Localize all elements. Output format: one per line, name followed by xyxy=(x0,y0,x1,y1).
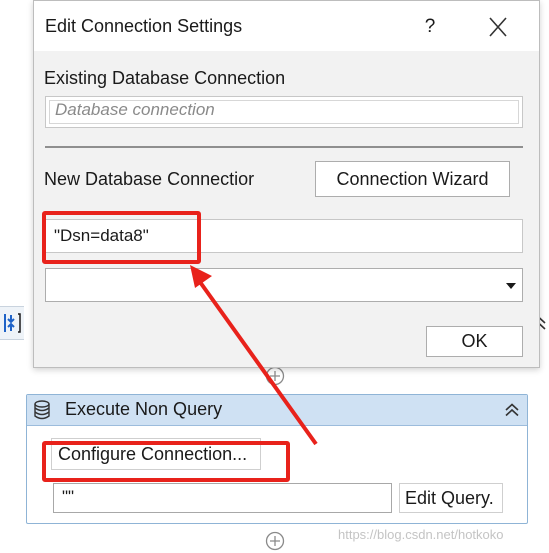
database-icon xyxy=(34,400,50,420)
close-icon[interactable] xyxy=(484,15,512,39)
chevron-up-double-icon[interactable] xyxy=(503,401,521,419)
new-connection-label: New Database Connectior xyxy=(44,169,255,189)
provider-select[interactable] xyxy=(45,268,523,302)
dialog-title: Edit Connection Settings xyxy=(45,16,243,36)
ok-button[interactable]: OK xyxy=(426,326,523,357)
edit-query-button[interactable]: Edit Query. xyxy=(399,483,503,513)
existing-connection-field[interactable]: Database connection xyxy=(45,96,523,128)
watermark: https://blog.csdn.net/hotkoko xyxy=(338,527,504,542)
add-circle-icon[interactable] xyxy=(265,366,285,386)
dialog-titlebar[interactable]: Edit Connection Settings ? xyxy=(34,1,539,51)
annotation-box-configure xyxy=(42,441,290,482)
edit-connection-settings-dialog: Edit Connection Settings ? Existing Data… xyxy=(33,0,540,368)
add-circle-icon[interactable] xyxy=(265,531,285,551)
dropdown-caret-icon xyxy=(506,283,516,289)
activity-title: Execute Non Query xyxy=(65,399,223,419)
activity-header[interactable]: Execute Non Query xyxy=(27,395,527,426)
help-button[interactable]: ? xyxy=(415,13,445,41)
connection-wizard-button[interactable]: Connection Wizard xyxy=(315,161,510,197)
section-divider xyxy=(45,146,523,148)
annotation-box-connection-string xyxy=(42,211,201,264)
sequence-stub xyxy=(0,306,24,340)
existing-connection-placeholder: Database connection xyxy=(55,100,215,119)
existing-connection-label: Existing Database Connection xyxy=(44,68,286,88)
sql-query-input[interactable]: "" xyxy=(53,483,392,513)
expand-arrows-icon[interactable] xyxy=(2,313,22,333)
